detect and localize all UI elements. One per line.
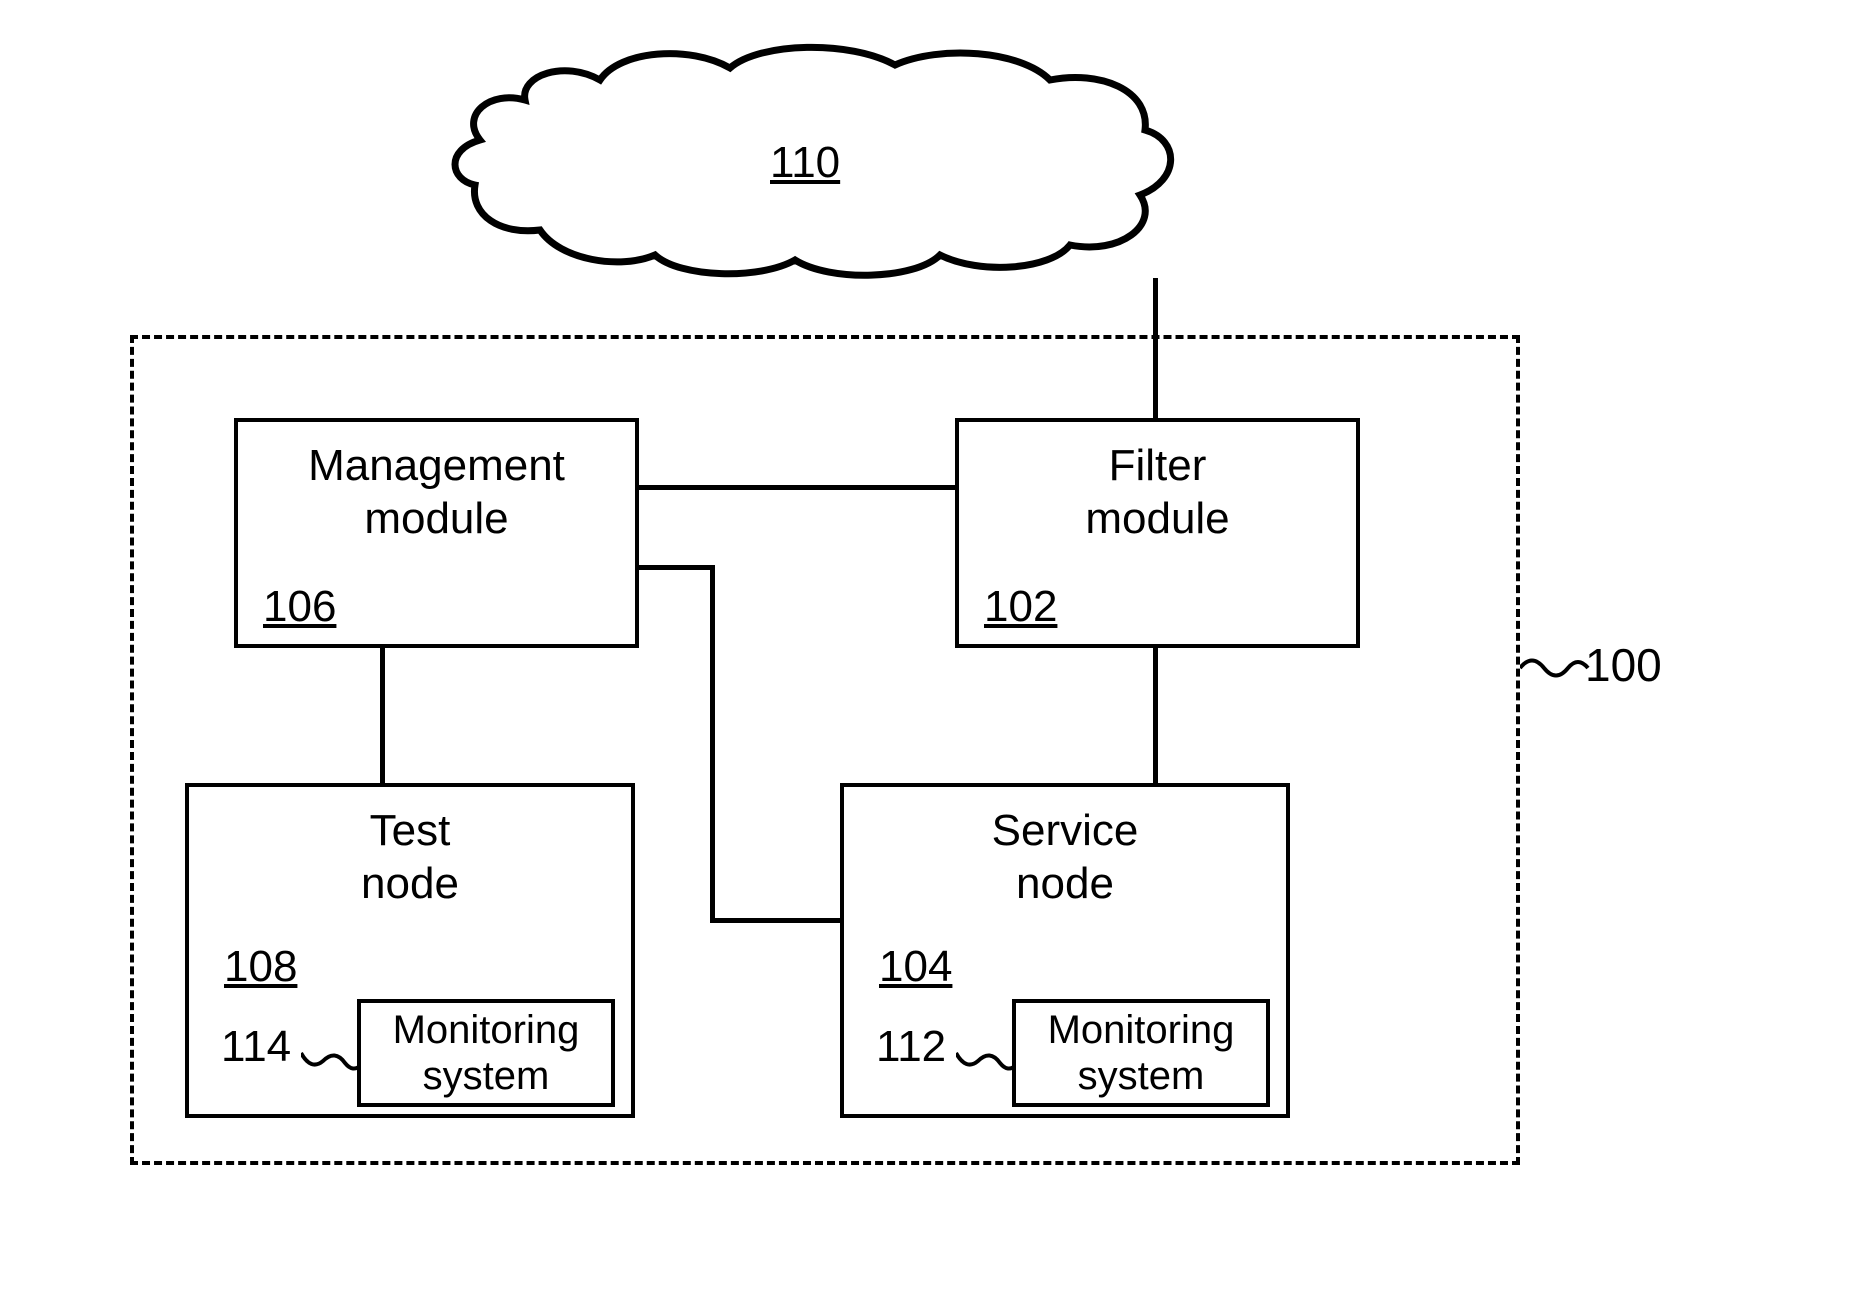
service-node-number: 104 — [879, 942, 952, 992]
cloud-number: 110 — [770, 138, 840, 188]
filter-title: Filter module — [1085, 440, 1229, 546]
connector-management-test — [380, 648, 385, 783]
connector-filter-service — [1153, 648, 1158, 783]
management-module-box: Management module 106 — [234, 418, 639, 648]
architecture-diagram: 110 100 Management module 106 Filter mod… — [0, 0, 1857, 1299]
management-title: Management module — [308, 440, 565, 546]
connector-management-filter — [639, 485, 955, 490]
squiggle-service-monitoring — [956, 1049, 1018, 1085]
service-monitoring-text: Monitoring system — [1048, 1007, 1235, 1099]
connector-elbow-v — [710, 565, 715, 920]
service-node-title: Service node — [992, 805, 1139, 911]
system-label: 100 — [1585, 638, 1662, 692]
squiggle-test-monitoring — [301, 1049, 363, 1085]
test-monitoring-label: 114 — [221, 1022, 291, 1072]
filter-module-box: Filter module 102 — [955, 418, 1360, 648]
test-monitoring-text: Monitoring system — [393, 1007, 580, 1099]
service-node-box: Service node 104 112 Monitoring system — [840, 783, 1290, 1118]
squiggle-system — [1520, 648, 1590, 688]
test-node-title: Test node — [361, 805, 459, 911]
test-node-box: Test node 108 114 Monitoring system — [185, 783, 635, 1118]
connector-elbow-h1 — [639, 565, 714, 570]
test-monitoring-box: Monitoring system — [357, 999, 615, 1107]
filter-number: 102 — [984, 582, 1057, 632]
service-monitoring-label: 112 — [876, 1022, 946, 1072]
connector-elbow-h2 — [710, 918, 840, 923]
management-number: 106 — [263, 582, 336, 632]
service-monitoring-box: Monitoring system — [1012, 999, 1270, 1107]
test-node-number: 108 — [224, 942, 297, 992]
